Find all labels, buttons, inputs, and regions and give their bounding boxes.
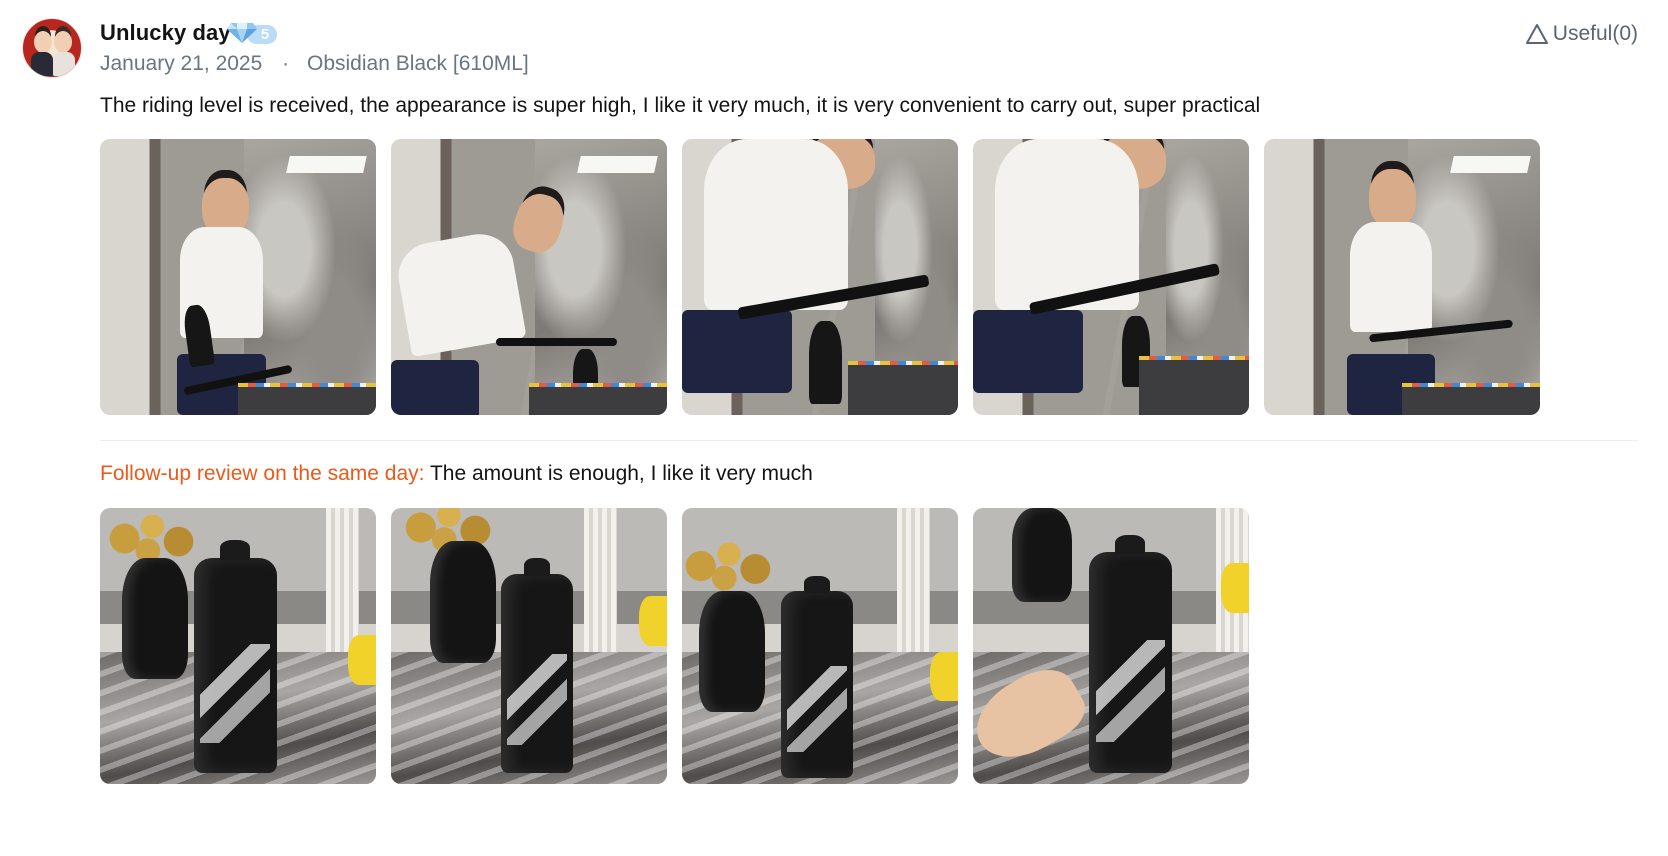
section-divider [100, 440, 1638, 441]
avatar-face [54, 31, 72, 53]
review-text: The riding level is received, the appear… [100, 94, 1261, 117]
meta-separator: · [282, 52, 290, 75]
bottle [781, 575, 854, 779]
bottle [193, 540, 277, 773]
review-card: Unlucky day 5 January 21, 2025 · Obsidia… [0, 0, 1668, 856]
review-photos [100, 139, 1540, 415]
bottle [501, 558, 574, 773]
review-meta: January 21, 2025 · Obsidian Black [610ML… [100, 52, 529, 76]
bottle [808, 321, 843, 404]
bottle [1088, 534, 1172, 773]
followup-photo-1[interactable] [100, 508, 376, 784]
followup-photo-2[interactable] [391, 508, 667, 784]
review-photo-1[interactable] [100, 139, 376, 415]
level-badge: 5 [227, 22, 277, 46]
followup-photos [100, 508, 1249, 784]
review-photo-4[interactable] [973, 139, 1249, 415]
useful-label: Useful(0) [1552, 22, 1638, 45]
followup-photo-4[interactable] [973, 508, 1249, 784]
avatar-face [34, 31, 52, 53]
followup-photo-3[interactable] [682, 508, 958, 784]
review-date: January 21, 2025 [100, 52, 263, 75]
review-photo-5[interactable] [1264, 139, 1540, 415]
person [1368, 169, 1416, 228]
review-photo-3[interactable] [682, 139, 958, 415]
avatar-clothes [31, 52, 53, 76]
diamond-icon [227, 23, 257, 43]
useful-button[interactable]: Useful(0) [1525, 22, 1638, 46]
product-variant: Obsidian Black [610ML] [306, 52, 529, 75]
review-photo-2[interactable] [391, 139, 667, 415]
thumb-triangle-icon [1525, 24, 1548, 44]
followup-text: The amount is enough, I like it very muc… [424, 462, 813, 485]
avatar-clothes [53, 52, 75, 76]
followup-label: Follow-up review on the same day: [100, 462, 425, 485]
followup-review: Follow-up review on the same day: The am… [100, 462, 813, 486]
username[interactable]: Unlucky day [100, 20, 231, 46]
avatar[interactable] [22, 18, 82, 78]
